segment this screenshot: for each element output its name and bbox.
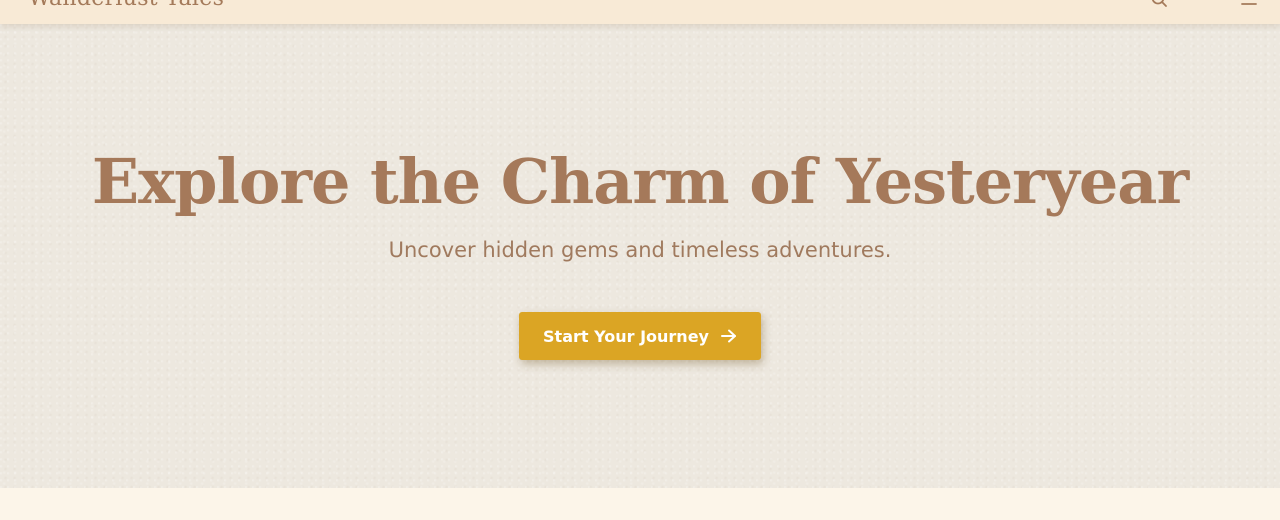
top-navbar: Wanderlust Tales xyxy=(0,0,1280,24)
content-section-top xyxy=(0,488,1280,520)
start-journey-label: Start Your Journey xyxy=(543,326,709,346)
nav-icon-group xyxy=(1150,0,1258,8)
hero-section: Explore the Charm of Yesteryear Uncover … xyxy=(0,24,1280,488)
arrow-right-icon xyxy=(720,329,737,343)
search-icon[interactable] xyxy=(1150,0,1168,8)
menu-icon[interactable] xyxy=(1240,0,1258,8)
hero-title: Explore the Charm of Yesteryear xyxy=(91,145,1189,218)
brand-logo-text[interactable]: Wanderlust Tales xyxy=(28,0,224,11)
hero-subtitle: Uncover hidden gems and timeless adventu… xyxy=(388,238,892,262)
start-journey-button[interactable]: Start Your Journey xyxy=(519,312,761,360)
